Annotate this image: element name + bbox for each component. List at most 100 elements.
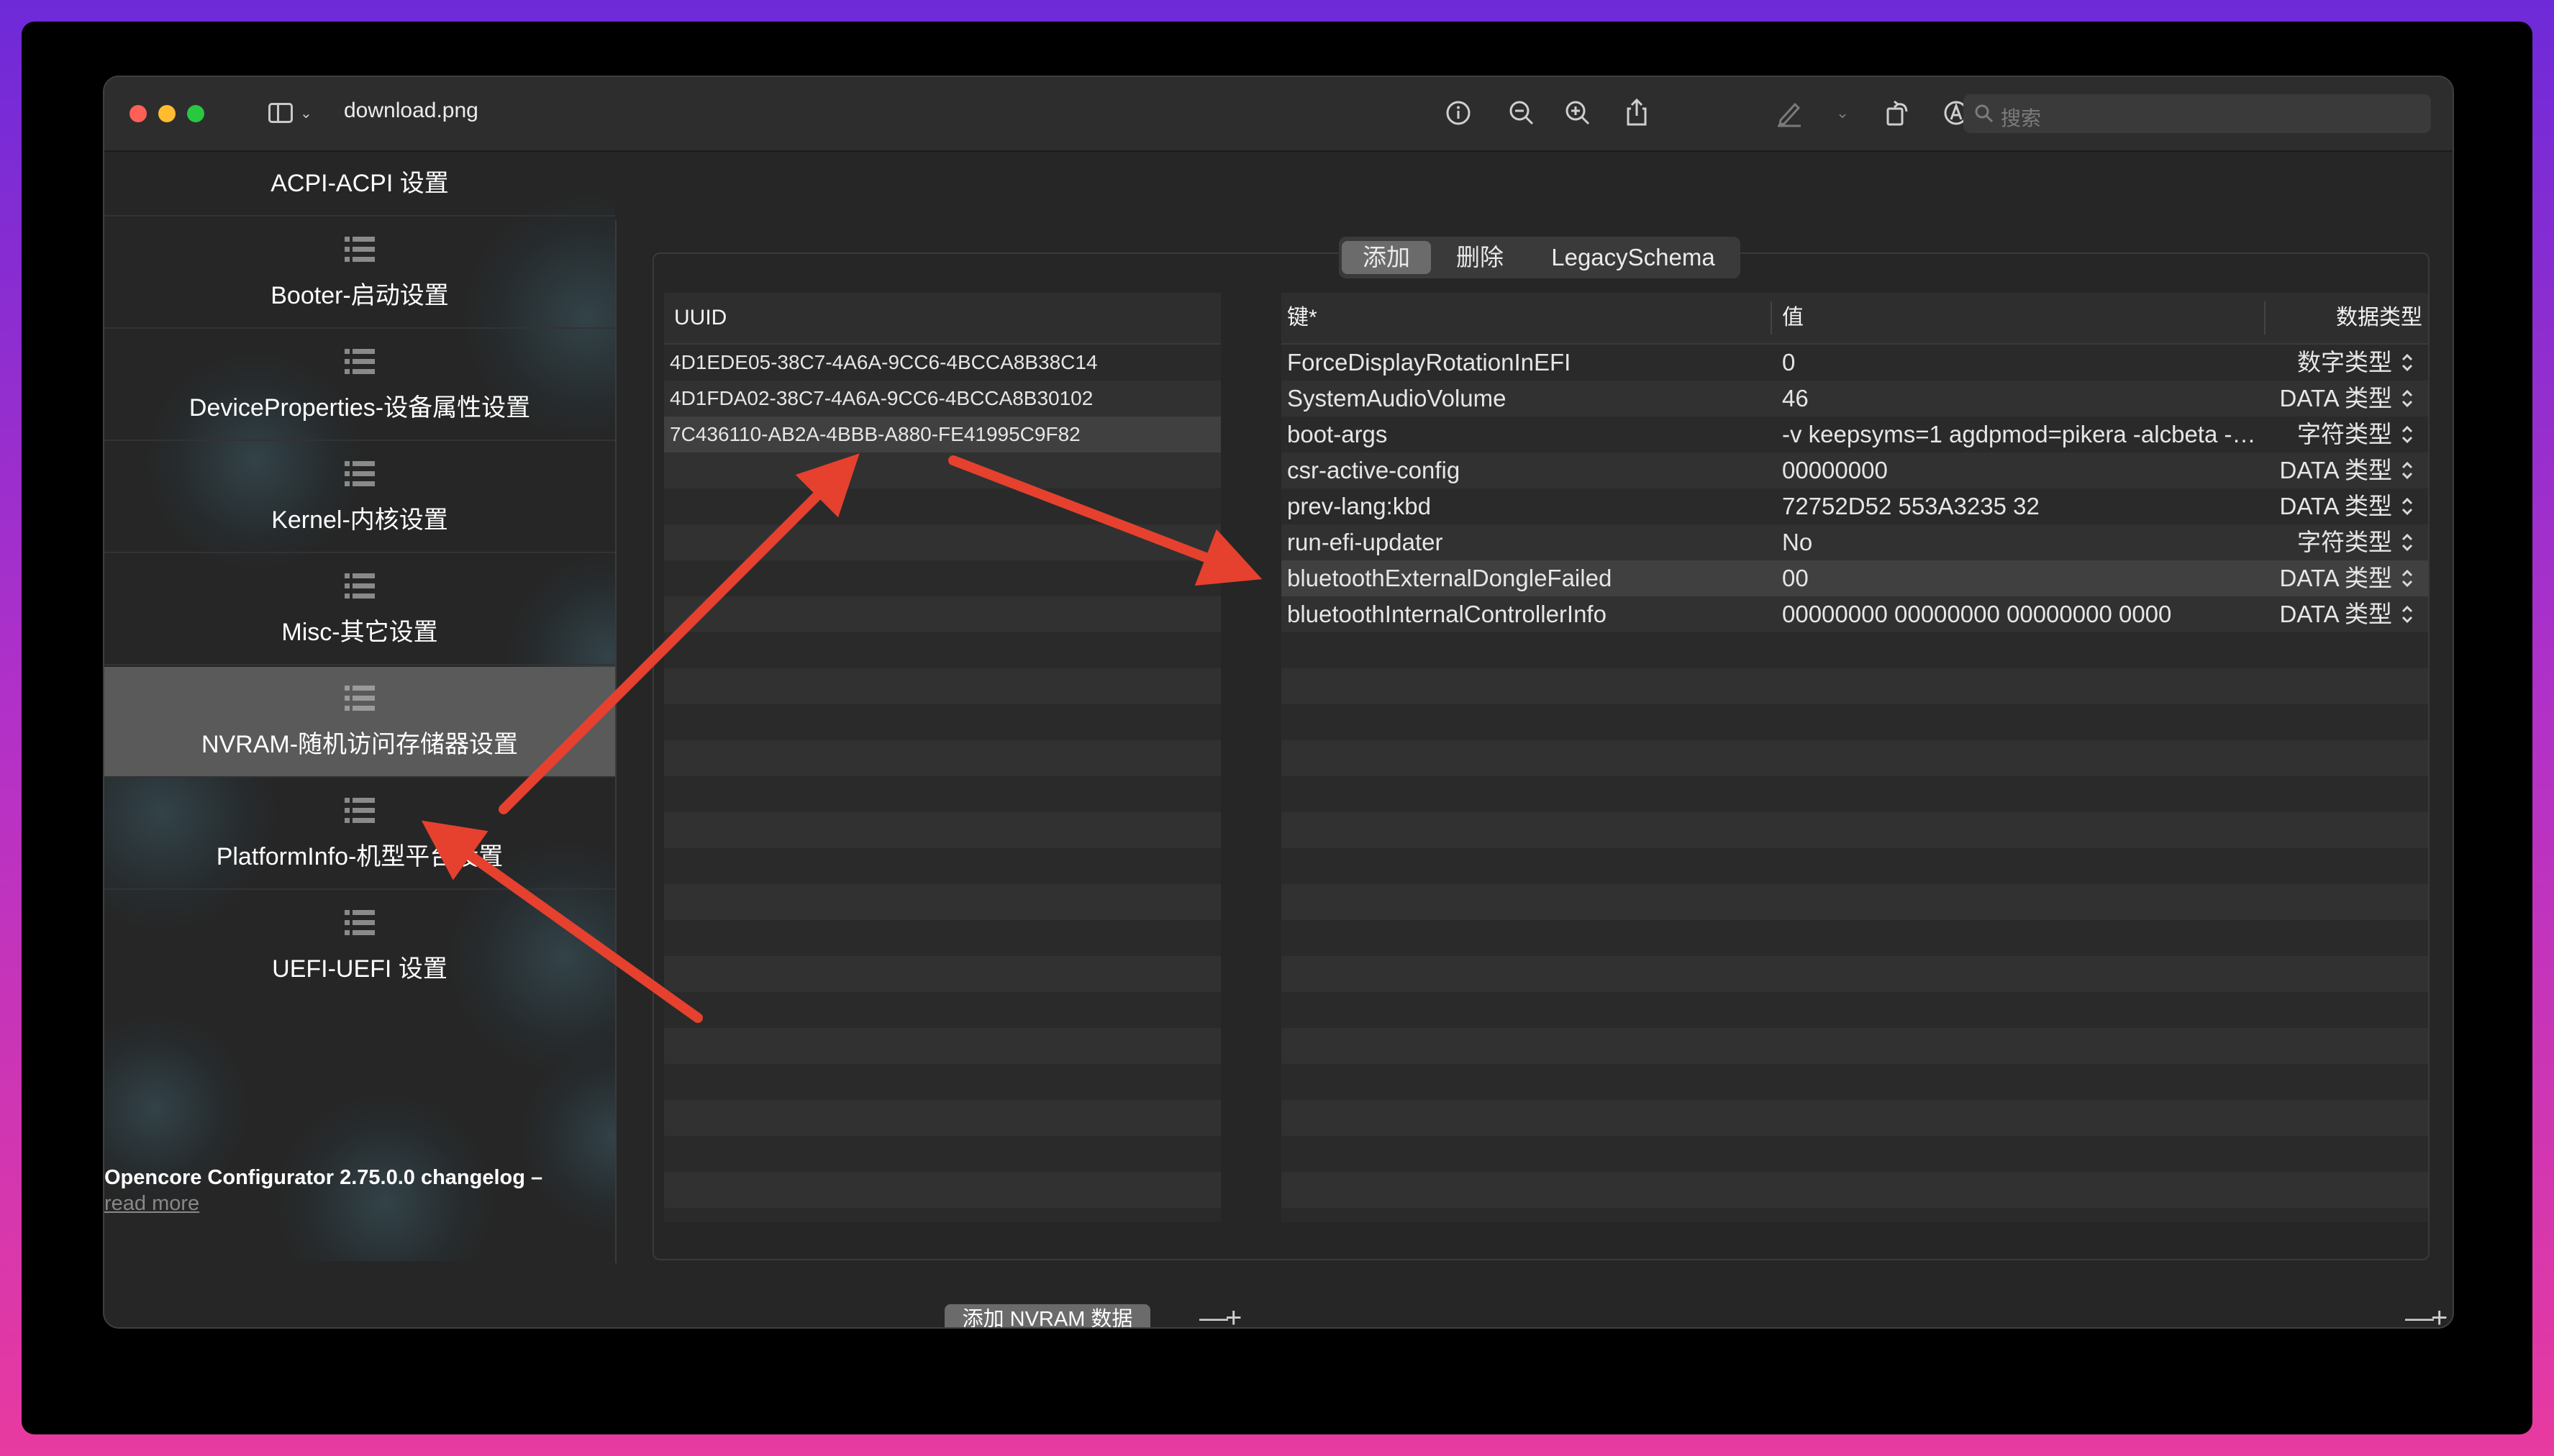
- tab-add[interactable]: 添加: [1342, 241, 1431, 274]
- type-select[interactable]: DATA 类型: [2274, 560, 2392, 596]
- key-value-table-header: 键* 值 数据类型: [1281, 293, 2428, 345]
- type-select[interactable]: DATA 类型: [2274, 596, 2392, 632]
- info-button[interactable]: [1444, 97, 1476, 129]
- uuid-row[interactable]: 4D1FDA02-38C7-4A6A-9CC6-4BCCA8B30102: [664, 381, 1221, 417]
- sidebar-icon: [268, 103, 293, 123]
- markup-button[interactable]: [1775, 97, 1807, 129]
- up-down-chevron-icon[interactable]: [2401, 604, 2414, 625]
- remove-uuid-button[interactable]: —: [1199, 1300, 1228, 1327]
- value-cell[interactable]: 00000000 00000000 00000000 0000: [1782, 596, 2257, 632]
- add-nvram-button[interactable]: 添加 NVRAM 数据: [945, 1304, 1150, 1327]
- kv-row[interactable]: bluetoothExternalDongleFailed 00 DATA 类型: [1281, 560, 2428, 596]
- add-key-button[interactable]: +: [2431, 1300, 2448, 1327]
- up-down-chevron-icon[interactable]: [2401, 424, 2414, 445]
- uuid-row[interactable]: 7C436110-AB2A-4BBB-A880-FE41995C9F82: [664, 417, 1221, 452]
- column-separator: [1771, 301, 1772, 335]
- chevron-shape: [2401, 569, 2413, 588]
- sidebar-item-platforminfo[interactable]: PlatformInfo-机型平台设置: [104, 779, 615, 890]
- key-cell[interactable]: boot-args: [1287, 417, 1762, 452]
- sidebar-item-deviceproperties[interactable]: DeviceProperties-设备属性设置: [104, 330, 615, 441]
- read-more-link[interactable]: read more: [104, 1192, 199, 1216]
- zoom-in-button[interactable]: [1563, 97, 1595, 129]
- value-cell[interactable]: 0: [1782, 345, 2257, 381]
- kv-row[interactable]: prev-lang:kbd 72752D52 553A3235 32 DATA 类型: [1281, 488, 2428, 524]
- type-select[interactable]: 数字类型: [2274, 345, 2392, 381]
- uuid-column-header[interactable]: UUID: [674, 293, 727, 343]
- kv-row[interactable]: csr-active-config 00000000 DATA 类型: [1281, 452, 2428, 488]
- value-column-header[interactable]: 值: [1782, 293, 1804, 343]
- chevron-shape: [2401, 425, 2413, 444]
- kv-row[interactable]: SystemAudioVolume 46 DATA 类型: [1281, 381, 2428, 417]
- tab-delete[interactable]: 删除: [1435, 241, 1524, 274]
- key-cell[interactable]: bluetoothExternalDongleFailed: [1287, 560, 1762, 596]
- sidebar-item-acpi[interactable]: ACPI-ACPI 设置: [104, 152, 615, 217]
- up-down-chevron-icon[interactable]: [2401, 532, 2414, 553]
- uuid-row[interactable]: 4D1EDE05-38C7-4A6A-9CC6-4BCCA8B38C14: [664, 345, 1221, 381]
- key-cell[interactable]: SystemAudioVolume: [1287, 381, 1762, 417]
- tab-legacy-schema[interactable]: LegacySchema: [1529, 241, 1737, 274]
- up-down-chevron-icon[interactable]: [2401, 388, 2414, 409]
- up-down-chevron-icon[interactable]: [2401, 460, 2414, 481]
- empty-row: [664, 1064, 1221, 1100]
- up-down-chevron-icon[interactable]: [2401, 352, 2414, 373]
- share-icon: [1627, 98, 1647, 126]
- value-cell[interactable]: 72752D52 553A3235 32: [1782, 488, 2257, 524]
- empty-row: [1281, 632, 2428, 668]
- value-cell[interactable]: 46: [1782, 381, 2257, 417]
- sidebar-item-misc[interactable]: Misc-其它设置: [104, 555, 615, 665]
- key-cell[interactable]: bluetoothInternalControllerInfo: [1287, 596, 1762, 632]
- empty-row: [664, 848, 1221, 884]
- kv-row[interactable]: boot-args -v keepsyms=1 agdpmod=pikera -a…: [1281, 417, 2428, 452]
- up-down-chevron-icon[interactable]: [2401, 496, 2414, 517]
- type-select[interactable]: 字符类型: [2274, 524, 2392, 560]
- chevron-shape: [2401, 353, 2413, 372]
- sidebar-item-booter[interactable]: Booter-启动设置: [104, 218, 615, 329]
- value-cell[interactable]: No: [1782, 524, 2257, 560]
- type-select[interactable]: DATA 类型: [2274, 488, 2392, 524]
- type-column-header[interactable]: 数据类型: [2336, 293, 2422, 343]
- sidebar-item-uefi[interactable]: UEFI-UEFI 设置: [104, 891, 615, 1002]
- rotate-button[interactable]: [1883, 97, 1914, 129]
- chevron-down-icon: ⌄: [1835, 104, 1850, 122]
- preview-window: ⌄ download.png ⌄ 搜索 ACPI-ACPI 设置 Booter-…: [103, 76, 2454, 1329]
- sidebar-item-kernel[interactable]: Kernel-内核设置: [104, 442, 615, 553]
- chevron-shape: [2401, 497, 2413, 516]
- key-cell[interactable]: prev-lang:kbd: [1287, 488, 1762, 524]
- key-cell[interactable]: run-efi-updater: [1287, 524, 1762, 560]
- value-cell[interactable]: 00000000: [1782, 452, 2257, 488]
- kv-row[interactable]: run-efi-updater No 字符类型: [1281, 524, 2428, 560]
- up-down-chevron-icon[interactable]: [2401, 568, 2414, 589]
- kv-row[interactable]: ForceDisplayRotationInEFI 0 数字类型: [1281, 345, 2428, 381]
- empty-row: [1281, 812, 2428, 848]
- key-cell[interactable]: csr-active-config: [1287, 452, 1762, 488]
- value-cell[interactable]: 00: [1782, 560, 2257, 596]
- key-column-header[interactable]: 键*: [1287, 293, 1317, 343]
- key-value-table[interactable]: 键* 值 数据类型 ForceDisplayRotationInEFI 0 数字类型…: [1281, 293, 2428, 1222]
- zoom-in-icon: [1565, 101, 1590, 125]
- empty-row: [1281, 1172, 2428, 1208]
- empty-row: [664, 596, 1221, 632]
- value-cell[interactable]: -v keepsyms=1 agdpmod=pikera -alcbeta -l…: [1782, 417, 2257, 452]
- share-button[interactable]: [1622, 97, 1654, 129]
- list-icon: [345, 461, 375, 486]
- chevron-shape: [2401, 605, 2413, 624]
- empty-row: [664, 776, 1221, 812]
- sidebar-item-nvram[interactable]: NVRAM-随机访问存储器设置: [104, 667, 615, 778]
- zoom-out-button[interactable]: [1507, 97, 1539, 129]
- minimize-button[interactable]: [158, 105, 176, 122]
- list-icon: [345, 349, 375, 374]
- remove-key-button[interactable]: —: [2405, 1300, 2434, 1327]
- key-cell[interactable]: ForceDisplayRotationInEFI: [1287, 345, 1762, 381]
- sidebar-toggle-button[interactable]: ⌄: [268, 101, 313, 127]
- markup-menu-button[interactable]: ⌄: [1832, 97, 1853, 129]
- add-uuid-button[interactable]: +: [1225, 1300, 1242, 1327]
- uuid-table[interactable]: UUID 4D1EDE05-38C7-4A6A-9CC6-4BCCA8B38C1…: [664, 293, 1221, 1222]
- kv-row[interactable]: bluetoothInternalControllerInfo 00000000 …: [1281, 596, 2428, 632]
- search-field[interactable]: 搜索: [1963, 94, 2431, 133]
- type-select[interactable]: 字符类型: [2274, 417, 2392, 452]
- zoom-window-button[interactable]: [187, 105, 204, 122]
- empty-row: [664, 668, 1221, 704]
- type-select[interactable]: DATA 类型: [2274, 452, 2392, 488]
- close-button[interactable]: [129, 105, 147, 122]
- type-select[interactable]: DATA 类型: [2274, 381, 2392, 417]
